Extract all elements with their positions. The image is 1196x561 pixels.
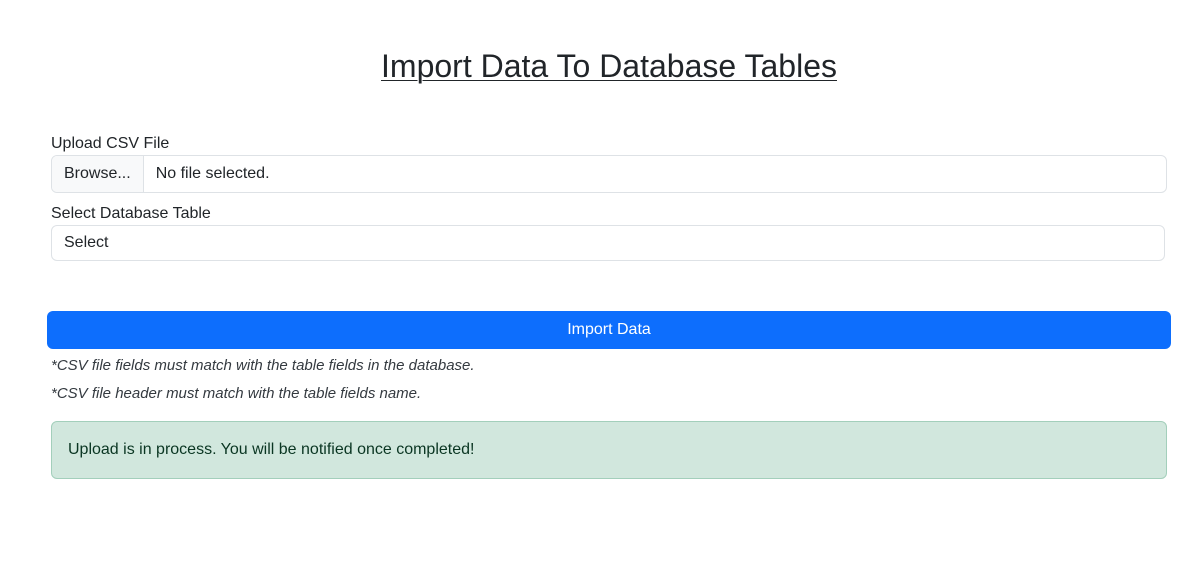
note-fields-match: *CSV file fields must match with the tab… [51, 357, 475, 374]
browse-button[interactable]: Browse... [52, 156, 144, 192]
select-table-label: Select Database Table [51, 205, 211, 222]
import-page: Import Data To Database Tables Upload CS… [0, 0, 1196, 561]
upload-status-alert: Upload is in process. You will be notifi… [51, 421, 1167, 479]
csv-file-input[interactable]: Browse... No file selected. [51, 155, 1167, 193]
alert-message: Upload is in process. You will be notifi… [68, 441, 475, 458]
database-table-select[interactable]: Select [51, 225, 1165, 261]
import-data-button[interactable]: Import Data [47, 311, 1171, 349]
upload-csv-label: Upload CSV File [51, 135, 170, 152]
file-status-text: No file selected. [155, 165, 270, 182]
note-header-match: *CSV file header must match with the tab… [51, 385, 422, 402]
page-title: Import Data To Database Tables [381, 48, 837, 84]
select-value: Select [64, 234, 109, 251]
